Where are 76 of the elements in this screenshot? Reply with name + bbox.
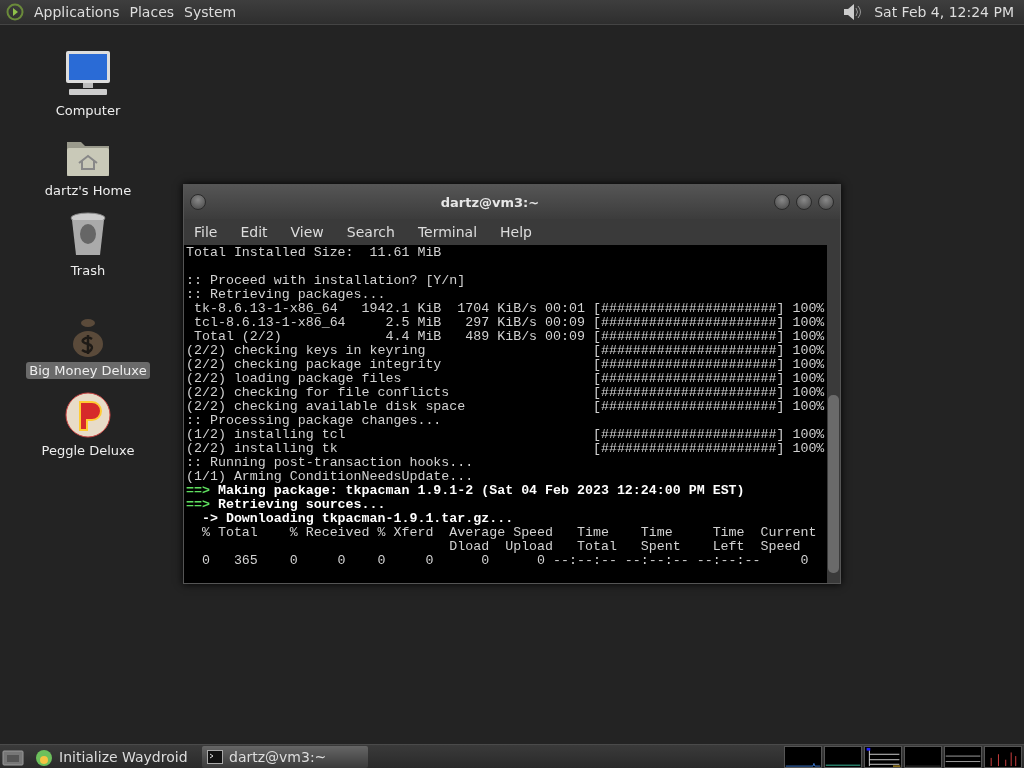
terminal-line: :: Running post-transaction hooks... <box>186 456 474 470</box>
distro-logo-icon <box>6 3 24 21</box>
percent-text: 100% <box>792 302 825 316</box>
money-bag-icon <box>71 318 105 358</box>
progress-text: [######################] <box>592 428 786 442</box>
computer-icon <box>63 48 113 98</box>
progress-text: [######################] <box>592 372 786 386</box>
progress-text: [######################] <box>592 330 786 344</box>
terminal-line: tk-8.6.13-1-x86_64 1942.1 KiB 1704 KiB/s 00:01 <box>192 302 586 316</box>
show-desktop-icon[interactable] <box>2 747 24 766</box>
percent-text: 100% <box>792 372 825 386</box>
terminal-line: tcl-8.6.13-1-x86_64 2.5 MiB 297 KiB/s 00:09 <box>192 316 586 330</box>
menu-item[interactable]: Terminal <box>417 222 486 242</box>
progress-text: [######################] <box>592 442 786 456</box>
menu-item[interactable]: File <box>194 222 226 242</box>
terminal-line: Dload Upload Total Spent Left Speed <box>448 540 801 554</box>
peggle-icon <box>65 392 111 438</box>
progress-text: [######################] <box>592 316 786 330</box>
percent-text: 100% <box>792 400 825 414</box>
terminal-line: (2/2) checking available disk space <box>186 400 467 414</box>
panel-menu[interactable]: Places <box>129 4 175 20</box>
menu-item[interactable]: Help <box>500 222 540 242</box>
minimize-button[interactable] <box>774 194 790 210</box>
terminal-icon <box>207 749 223 764</box>
close-button[interactable] <box>818 194 834 210</box>
clock[interactable]: Sat Feb 4, 12:24 PM <box>874 4 1014 20</box>
percent-text: 100% <box>792 386 825 400</box>
android-icon <box>35 747 53 766</box>
terminal-line: (2/2) loading package files <box>186 372 403 386</box>
taskbar-button[interactable]: Initialize Waydroid <box>30 745 196 768</box>
desktop-icon-label[interactable]: Peggle Deluxe <box>38 442 138 459</box>
percent-text: 100% <box>792 330 825 344</box>
trash-icon <box>68 212 108 258</box>
percent-text: 100% <box>792 442 825 456</box>
progress-text: [######################] <box>592 344 786 358</box>
prompt-arrow: ==> <box>186 484 210 498</box>
window-menu-button[interactable] <box>190 194 206 210</box>
terminal-line: :: Processing package changes... <box>186 414 442 428</box>
terminal-line: Making package: tkpacman 1.9.1-2 (Sat 04 Feb 2023 12:24:00 PM EST) <box>217 484 745 498</box>
terminal-line: % Total % Received % Xferd Average Speed Time Time Time Current <box>200 526 817 540</box>
terminal-line: (1/1) Arming ConditionNeedsUpdate... <box>186 470 474 484</box>
terminal-line: (2/2) checking keys in keyring <box>186 344 427 358</box>
terminal-line: (2/2) checking for file conflicts <box>186 386 451 400</box>
terminal-line: 0 365 0 0 0 0 0 0 --:--:-- --:--:-- --:--:-- 0 <box>200 554 809 568</box>
terminal-line: (2/2) installing tk <box>186 442 339 456</box>
scrollbar[interactable] <box>827 245 840 583</box>
terminal-line: (1/2) installing tcl <box>186 428 347 442</box>
desktop-icon-label[interactable]: Big Money Deluxe <box>26 362 150 379</box>
taskbar-button[interactable]: dartz@vm3:~ <box>202 745 368 768</box>
percent-text: 100% <box>792 358 825 372</box>
progress-text: [######################] <box>592 386 786 400</box>
panel-menu[interactable]: System <box>184 4 237 20</box>
terminal-line: Retrieving sources... <box>217 498 386 512</box>
maximize-button[interactable] <box>796 194 812 210</box>
panel-menu[interactable]: Applications <box>34 4 120 20</box>
menu-item[interactable]: View <box>290 222 332 242</box>
terminal-line: Total (2/2) 4.4 MiB 489 KiB/s 00:09 <box>192 330 586 344</box>
desktop-icon-label[interactable]: Trash <box>67 262 109 279</box>
terminal-line: -> Downloading tkpacman-1.9.1.tar.gz... <box>200 512 514 526</box>
progress-text: [######################] <box>592 358 786 372</box>
desktop-icon-label[interactable]: dartz's Home <box>41 182 135 199</box>
terminal-line: :: Proceed with installation? [Y/n] <box>186 274 466 288</box>
percent-text: 100% <box>792 428 825 442</box>
terminal-line: Total Installed Size: 11.61 MiB <box>186 246 442 260</box>
prompt-arrow: ==> <box>186 498 210 512</box>
percent-text: 100% <box>792 344 825 358</box>
window-title: dartz@vm3:~ <box>439 194 541 210</box>
menu-item[interactable]: Search <box>346 222 403 242</box>
terminal-line: :: Retrieving packages... <box>186 288 386 302</box>
terminal-line: (2/2) checking package integrity <box>186 358 443 372</box>
percent-text: 100% <box>792 316 825 330</box>
desktop-icon-label[interactable]: Computer <box>52 102 124 119</box>
scrollbar-thumb[interactable] <box>828 395 839 573</box>
progress-text: [######################] <box>592 302 786 316</box>
progress-text: [######################] <box>592 400 786 414</box>
menu-item[interactable]: Edit <box>240 222 276 242</box>
